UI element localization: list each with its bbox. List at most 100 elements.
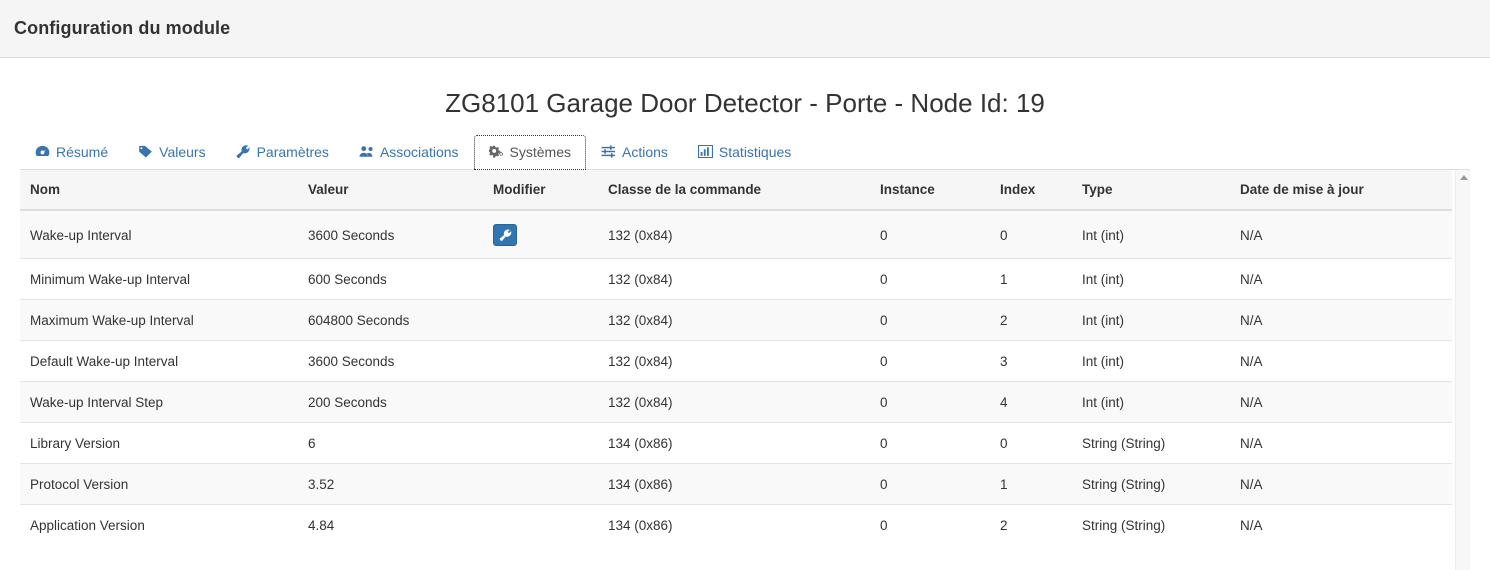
cell-date: N/A	[1230, 299, 1452, 341]
cell-date: N/A	[1230, 422, 1452, 464]
tab-associations[interactable]: Associations	[344, 135, 474, 170]
page-body: ZG8101 Garage Door Detector - Porte - No…	[0, 58, 1490, 570]
cell-date: N/A	[1230, 463, 1452, 505]
cell-modifier	[483, 422, 598, 464]
table-row: Application Version 4.84 134 (0x86) 0 2 Strin…	[20, 504, 1452, 545]
device-title: ZG8101 Garage Door Detector - Porte - No…	[445, 88, 1045, 118]
column-header-modifier[interactable]: Modifier	[483, 170, 598, 211]
tab-label: Associations	[379, 144, 459, 160]
table-row: Wake-up Interval Step 200 Seconds 132 (0x8…	[20, 381, 1452, 423]
cell-classe: 134 (0x86)	[598, 463, 870, 505]
cell-index: 1	[990, 258, 1072, 300]
cell-nom: Maximum Wake-up Interval	[20, 299, 298, 341]
table-header-row: Nom Valeur Modifier Classe de la command…	[20, 170, 1452, 211]
edit-value-button[interactable]	[493, 224, 517, 246]
tab-parametres[interactable]: Paramètres	[221, 135, 344, 170]
cell-type: String (String)	[1072, 422, 1230, 464]
tab-systemes[interactable]: Systèmes	[473, 135, 586, 170]
cell-modifier	[483, 504, 598, 545]
table-head: Nom Valeur Modifier Classe de la command…	[20, 170, 1452, 211]
cell-classe: 132 (0x84)	[598, 381, 870, 423]
cell-index: 2	[990, 299, 1072, 341]
column-header-instance[interactable]: Instance	[870, 170, 990, 211]
bar-chart-icon	[697, 145, 713, 159]
cell-classe: 132 (0x84)	[598, 340, 870, 382]
cell-valeur: 600 Seconds	[298, 258, 483, 300]
cell-classe: 134 (0x86)	[598, 504, 870, 545]
tab-resume[interactable]: Résumé	[20, 135, 123, 170]
tab-label: Actions	[622, 144, 668, 160]
app-header: Configuration du module	[0, 0, 1490, 58]
cell-index: 0	[990, 422, 1072, 464]
page-title: Configuration du module	[14, 18, 231, 38]
cell-valeur: 3.52	[298, 463, 483, 505]
tab-label: Paramètres	[256, 144, 329, 160]
cell-instance: 0	[870, 209, 990, 259]
cell-type: Int (int)	[1072, 258, 1230, 300]
cell-date: N/A	[1230, 209, 1452, 259]
cell-instance: 0	[870, 381, 990, 423]
cell-index: 3	[990, 340, 1072, 382]
table-row: Minimum Wake-up Interval 600 Seconds 132 (…	[20, 258, 1452, 300]
cell-valeur: 604800 Seconds	[298, 299, 483, 341]
tab-bar: Résumé Valeurs Paramètres Associations Systè…	[20, 135, 1470, 170]
cell-instance: 0	[870, 258, 990, 300]
cell-valeur: 200 Seconds	[298, 381, 483, 423]
column-header-index[interactable]: Index	[990, 170, 1072, 211]
tab-actions[interactable]: Actions	[586, 135, 683, 170]
tab-statistiques[interactable]: Statistiques	[683, 135, 806, 170]
cell-type: Int (int)	[1072, 299, 1230, 341]
cell-valeur: 6	[298, 422, 483, 464]
cell-valeur: 4.84	[298, 504, 483, 545]
cell-modifier	[483, 340, 598, 382]
cell-instance: 0	[870, 340, 990, 382]
cell-type: String (String)	[1072, 504, 1230, 545]
table-row: Default Wake-up Interval 3600 Seconds 132 …	[20, 340, 1452, 382]
cell-instance: 0	[870, 299, 990, 341]
cell-nom: Application Version	[20, 504, 298, 545]
wrench-icon	[236, 145, 251, 159]
scrollbar-up-arrow-button[interactable]	[1456, 170, 1471, 185]
systems-table: Nom Valeur Modifier Classe de la command…	[20, 170, 1452, 545]
cell-type: Int (int)	[1072, 381, 1230, 423]
cell-date: N/A	[1230, 504, 1452, 545]
cell-classe: 134 (0x86)	[598, 422, 870, 464]
column-header-type[interactable]: Type	[1072, 170, 1230, 211]
cell-nom: Wake-up Interval	[20, 209, 298, 259]
cell-nom: Default Wake-up Interval	[20, 340, 298, 382]
tab-label: Systèmes	[509, 144, 571, 160]
table-row: Protocol Version 3.52 134 (0x86) 0 1 String (…	[20, 463, 1452, 505]
table-row: Wake-up Interval 3600 Seconds 132 (0x84) 0 0…	[20, 209, 1452, 259]
caret-up-icon	[1459, 175, 1468, 180]
values-table-container: Nom Valeur Modifier Classe de la command…	[20, 170, 1470, 570]
cell-valeur: 3600 Seconds	[298, 340, 483, 382]
column-header-date[interactable]: Date de mise à jour	[1230, 170, 1452, 211]
cell-index: 4	[990, 381, 1072, 423]
cell-instance: 0	[870, 463, 990, 505]
dashboard-icon	[35, 145, 50, 159]
cell-type: Int (int)	[1072, 209, 1230, 259]
cell-nom: Protocol Version	[20, 463, 298, 505]
column-header-nom[interactable]: Nom	[20, 170, 298, 211]
cell-index: 0	[990, 209, 1072, 259]
tab-label: Statistiques	[718, 144, 792, 160]
sliders-icon	[601, 145, 616, 159]
cell-date: N/A	[1230, 258, 1452, 300]
gears-icon	[488, 145, 504, 159]
wrench-icon	[499, 228, 512, 242]
tab-label: Résumé	[56, 144, 109, 160]
cell-valeur: 3600 Seconds	[298, 209, 483, 259]
users-icon	[359, 145, 374, 159]
vertical-scrollbar[interactable]	[1455, 170, 1470, 570]
cell-classe: 132 (0x84)	[598, 299, 870, 341]
cell-modifier	[483, 381, 598, 423]
column-header-classe[interactable]: Classe de la commande	[598, 170, 870, 211]
cell-date: N/A	[1230, 381, 1452, 423]
table-row: Maximum Wake-up Interval 604800 Seconds 13…	[20, 299, 1452, 341]
cell-index: 2	[990, 504, 1072, 545]
cell-nom: Library Version	[20, 422, 298, 464]
column-header-valeur[interactable]: Valeur	[298, 170, 483, 211]
table-row: Library Version 6 134 (0x86) 0 0 String (Stri…	[20, 422, 1452, 464]
cell-instance: 0	[870, 504, 990, 545]
tab-valeurs[interactable]: Valeurs	[123, 135, 220, 170]
